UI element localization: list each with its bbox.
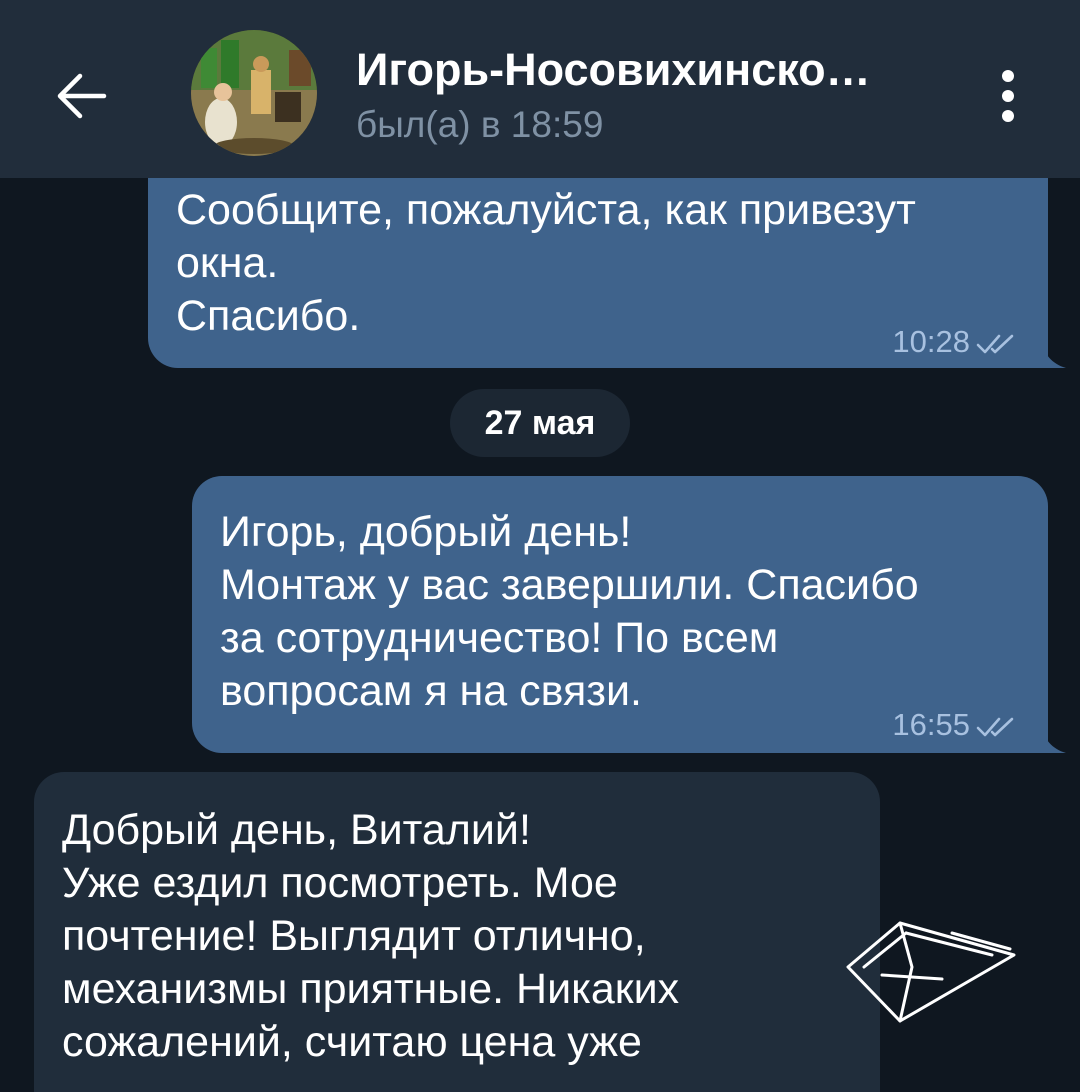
date-separator: 27 мая (450, 389, 630, 457)
double-check-icon (976, 334, 1014, 354)
chat-title[interactable]: Игорь-Носовихинско… (356, 44, 871, 96)
last-seen-status: был(а) в 18:59 (356, 104, 604, 145)
message-text: Добрый день, Виталий! Уже ездил посмотре… (62, 806, 680, 1066)
double-check-icon (976, 717, 1014, 737)
arrow-left-icon[interactable] (52, 68, 116, 124)
more-vertical-icon[interactable] (990, 64, 1026, 128)
message-bubble-incoming[interactable]: Добрый день, Виталий! Уже ездил посмотре… (34, 772, 880, 1092)
open-book-logo-icon (846, 921, 1016, 1023)
bubble-tail (1040, 340, 1066, 368)
message-meta: 16:55 (892, 698, 1018, 751)
message-text: Игорь, добрый день! Монтаж у вас заверши… (220, 508, 919, 715)
avatar[interactable] (191, 30, 317, 156)
bubble-tail (1040, 725, 1066, 753)
message-time: 10:28 (892, 324, 970, 359)
message-bubble-outgoing[interactable]: Игорь, добрый день! Монтаж у вас заверши… (192, 476, 1048, 753)
message-meta: 10:28 (892, 315, 1018, 368)
message-time: 16:55 (892, 707, 970, 742)
chat-header: Игорь-Носовихинско… был(а) в 18:59 (0, 0, 1080, 178)
